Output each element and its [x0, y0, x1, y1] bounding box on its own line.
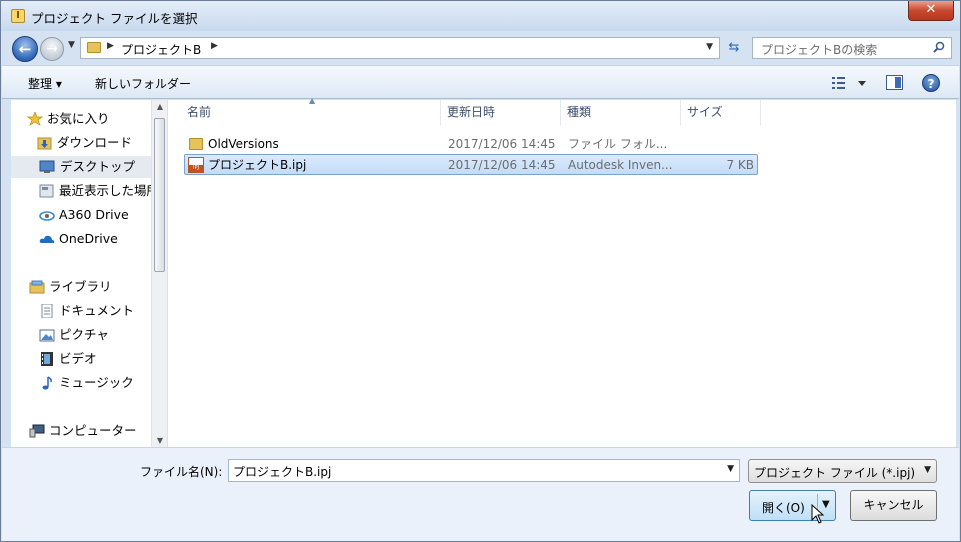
- music-icon: [42, 376, 52, 390]
- filename-field[interactable]: プロジェクトB.ipj ▼: [228, 459, 740, 482]
- file-name: プロジェクトB.ipj: [208, 158, 307, 172]
- onedrive-cloud-icon: [39, 235, 55, 243]
- column-header-size[interactable]: サイズ: [681, 100, 761, 125]
- chevron-down-icon[interactable]: ▼: [924, 465, 931, 475]
- file-type-filter-value: プロジェクト ファイル (*.ipj): [754, 466, 916, 480]
- search-placeholder: プロジェクトBの検索: [761, 43, 878, 57]
- breadcrumb-chevron-icon[interactable]: ▶: [211, 41, 218, 51]
- help-icon[interactable]: ?: [922, 74, 940, 92]
- scroll-up-arrow-icon[interactable]: ▲: [152, 102, 168, 111]
- document-icon: [41, 304, 53, 318]
- recent-locations-dropdown[interactable]: ▼: [68, 40, 75, 50]
- back-button[interactable]: ←: [12, 36, 38, 62]
- sidebar-item-label: OneDrive: [59, 231, 118, 246]
- cancel-button[interactable]: キャンセル: [850, 490, 937, 521]
- picture-icon: [39, 329, 55, 342]
- file-type: ファイル フォル...: [568, 137, 668, 151]
- ipj-file-icon: [188, 157, 204, 173]
- sidebar-item-computer[interactable]: コンピューター: [29, 420, 166, 442]
- forward-button[interactable]: →: [40, 37, 64, 61]
- sidebar-item-label: ビデオ: [59, 351, 97, 366]
- scroll-down-arrow-icon[interactable]: ▼: [152, 436, 168, 445]
- file-list: ▲ 名前 更新日時 種類 サイズ OldVersions 2017/12/06 …: [168, 96, 956, 447]
- file-row-project-b-ipj[interactable]: プロジェクトB.ipj 2017/12/06 14:45 Autodesk In…: [184, 154, 758, 175]
- sidebar-item-documents[interactable]: ドキュメント: [39, 300, 166, 322]
- dialog-footer: ファイル名(N): プロジェクトB.ipj ▼ プロジェクト ファイル (*.i…: [2, 447, 959, 541]
- file-name: OldVersions: [208, 137, 279, 151]
- sidebar-item-label: ピクチャ: [59, 327, 109, 342]
- file-row-oldversions[interactable]: OldVersions 2017/12/06 14:45 ファイル フォル...: [184, 134, 758, 155]
- column-header-name[interactable]: 名前: [181, 100, 441, 125]
- filename-dropdown-icon[interactable]: ▼: [727, 464, 734, 474]
- open-button-label: 開く(O): [762, 501, 805, 515]
- refresh-icon[interactable]: ⇆: [723, 37, 745, 59]
- scrollbar-thumb[interactable]: [154, 118, 165, 272]
- sidebar-item-pictures[interactable]: ピクチャ: [39, 324, 166, 346]
- change-view-icon[interactable]: [832, 75, 868, 91]
- desktop-icon: [39, 160, 55, 173]
- star-icon: [27, 112, 43, 126]
- sidebar-item-a360-drive[interactable]: A360 Drive: [39, 204, 166, 226]
- sidebar-item-label: ドキュメント: [59, 303, 135, 318]
- search-input[interactable]: プロジェクトBの検索: [752, 37, 952, 59]
- search-icon[interactable]: [933, 41, 945, 53]
- breadcrumb-chevron-icon[interactable]: ▶: [107, 41, 114, 51]
- file-size: 7 KB: [726, 158, 754, 172]
- file-type-filter-select[interactable]: プロジェクト ファイル (*.ipj) ▼: [748, 459, 937, 483]
- column-header-date[interactable]: 更新日時: [441, 100, 561, 125]
- sidebar-item-label: 最近表示した場所: [59, 183, 159, 198]
- sidebar-item-label: ライブラリ: [49, 279, 112, 294]
- sidebar-item-favorites[interactable]: お気に入り: [27, 108, 166, 130]
- sidebar-item-onedrive[interactable]: OneDrive: [39, 228, 166, 250]
- sidebar-item-libraries[interactable]: ライブラリ: [29, 276, 166, 298]
- navigation-bar: ← → ▼ ▶ プロジェクトB ▶ ▼ ⇆ プロジェクトBの検索: [6, 32, 955, 64]
- filename-value[interactable]: プロジェクトB.ipj: [233, 463, 331, 480]
- download-folder-icon: [37, 137, 52, 150]
- dialog-title: プロジェクト ファイルを選択: [31, 11, 198, 26]
- close-button[interactable]: ✕: [908, 1, 954, 21]
- folder-icon: [189, 138, 203, 150]
- organize-button[interactable]: 整理 ▾: [28, 75, 62, 92]
- sidebar-item-label: ダウンロード: [57, 135, 133, 150]
- filename-label: ファイル名(N):: [140, 465, 223, 479]
- column-header-type[interactable]: 種類: [561, 100, 681, 125]
- sidebar-item-label: コンピューター: [49, 423, 137, 438]
- address-dropdown-icon[interactable]: ▼: [706, 42, 713, 52]
- navigation-scrollbar[interactable]: ▲ ▼: [151, 100, 167, 447]
- breadcrumb-current-folder[interactable]: プロジェクトB: [121, 41, 201, 58]
- sidebar-item-recent-places[interactable]: 最近表示した場所: [39, 180, 159, 202]
- file-date: 2017/12/06 14:45: [448, 158, 556, 172]
- sidebar-item-label: A360 Drive: [59, 207, 129, 222]
- sidebar-item-desktop[interactable]: デスクトップ: [11, 156, 161, 178]
- preview-pane-icon[interactable]: [886, 75, 903, 90]
- library-icon: [29, 280, 45, 294]
- file-type: Autodesk Inven...: [568, 158, 673, 172]
- address-bar[interactable]: ▶ プロジェクトB ▶ ▼: [80, 37, 720, 59]
- a360-drive-icon: [39, 211, 55, 221]
- sidebar-item-label: ミュージック: [59, 375, 134, 390]
- folder-icon: [87, 42, 101, 53]
- sidebar-item-music[interactable]: ミュージック: [39, 372, 166, 394]
- video-icon: [41, 352, 53, 366]
- navigation-pane: お気に入り ダウンロード デスクトップ 最近表示した場所 A360 Drive …: [11, 100, 167, 447]
- sidebar-item-downloads[interactable]: ダウンロード: [37, 132, 166, 154]
- mouse-pointer-icon: [811, 504, 825, 524]
- file-open-dialog: I プロジェクト ファイルを選択 ✕ ← → ▼ ▶ プロジェクトB ▶ ▼ ⇆…: [0, 0, 961, 542]
- command-toolbar: 整理 ▾ 新しいフォルダー ?: [2, 65, 959, 99]
- sidebar-item-label: お気に入り: [47, 111, 110, 126]
- inventor-app-icon: I: [11, 9, 25, 23]
- sidebar-item-label: デスクトップ: [60, 159, 136, 174]
- file-date: 2017/12/06 14:45: [448, 137, 556, 151]
- sidebar-item-videos[interactable]: ビデオ: [39, 348, 166, 370]
- recent-places-icon: [39, 184, 54, 198]
- title-bar: I プロジェクト ファイルを選択 ✕: [1, 1, 960, 31]
- computer-icon: [29, 424, 45, 438]
- new-folder-button[interactable]: 新しいフォルダー: [95, 75, 191, 92]
